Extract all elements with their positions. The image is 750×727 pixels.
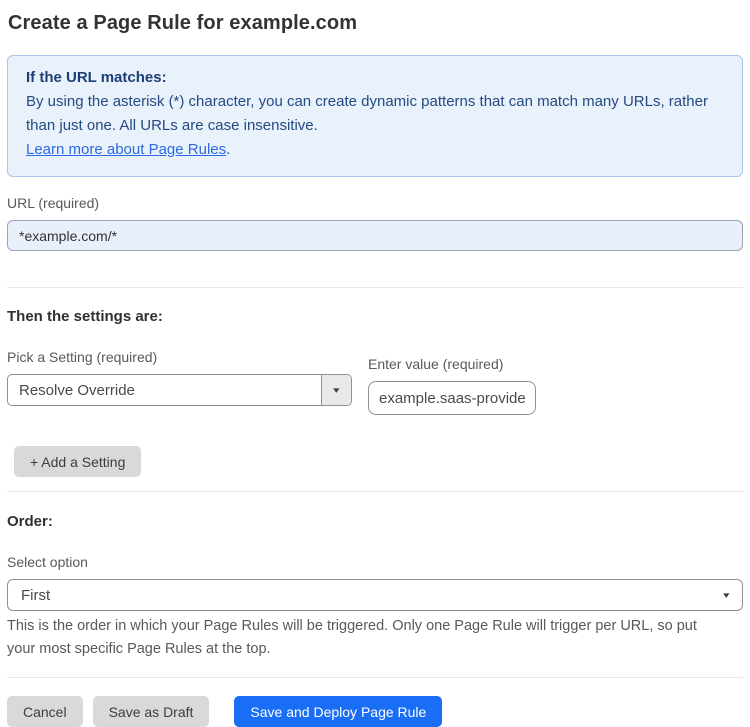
save-as-draft-button[interactable]: Save as Draft [92, 696, 210, 727]
cancel-button[interactable]: Cancel [7, 696, 83, 727]
url-input[interactable] [7, 220, 743, 251]
chevron-down-icon: ▾ [723, 589, 730, 600]
save-and-deploy-button[interactable]: Save and Deploy Page Rule [234, 696, 443, 727]
order-help-text: This is the order in which your Page Rul… [7, 618, 697, 657]
setting-select[interactable]: Resolve Override ▾ [7, 374, 352, 406]
setting-value-input[interactable] [368, 381, 536, 415]
add-setting-button[interactable]: + Add a Setting [14, 446, 142, 477]
info-box-link-line: Learn more about Page Rules. [26, 138, 724, 162]
setting-select-value: Resolve Override [19, 381, 135, 399]
divider [7, 287, 743, 288]
action-bar: Cancel Save as Draft Save and Deploy Pag… [7, 696, 743, 727]
settings-row: Pick a Setting (required) Resolve Overri… [7, 349, 743, 415]
setting-select-label: Pick a Setting (required) [7, 349, 158, 365]
settings-section-heading: Then the settings are: [7, 308, 163, 325]
divider [7, 677, 743, 678]
create-page-rule-panel: Create a Page Rule for example.com If th… [0, 0, 750, 727]
order-select[interactable]: First ▾ [7, 579, 743, 611]
url-match-info-box: If the URL matches: By using the asteris… [7, 55, 743, 177]
link-suffix: . [226, 141, 231, 158]
info-box-heading: If the URL matches: [26, 69, 167, 86]
setting-select-caret-button[interactable]: ▾ [321, 375, 351, 405]
info-box-body: By using the asterisk (*) character, you… [26, 93, 708, 134]
divider [7, 491, 743, 492]
url-field-label: URL (required) [7, 195, 100, 211]
chevron-down-icon: ▾ [333, 384, 340, 395]
setting-select-column: Pick a Setting (required) Resolve Overri… [7, 349, 352, 406]
order-select-value: First [21, 586, 51, 604]
learn-more-link[interactable]: Learn more about Page Rules [26, 141, 226, 158]
value-field-label: Enter value (required) [368, 356, 504, 372]
order-section-heading: Order: [7, 513, 53, 530]
page-title: Create a Page Rule for example.com [8, 12, 358, 34]
setting-value-column: Enter value (required) [368, 349, 536, 415]
order-select-label: Select option [7, 554, 88, 570]
